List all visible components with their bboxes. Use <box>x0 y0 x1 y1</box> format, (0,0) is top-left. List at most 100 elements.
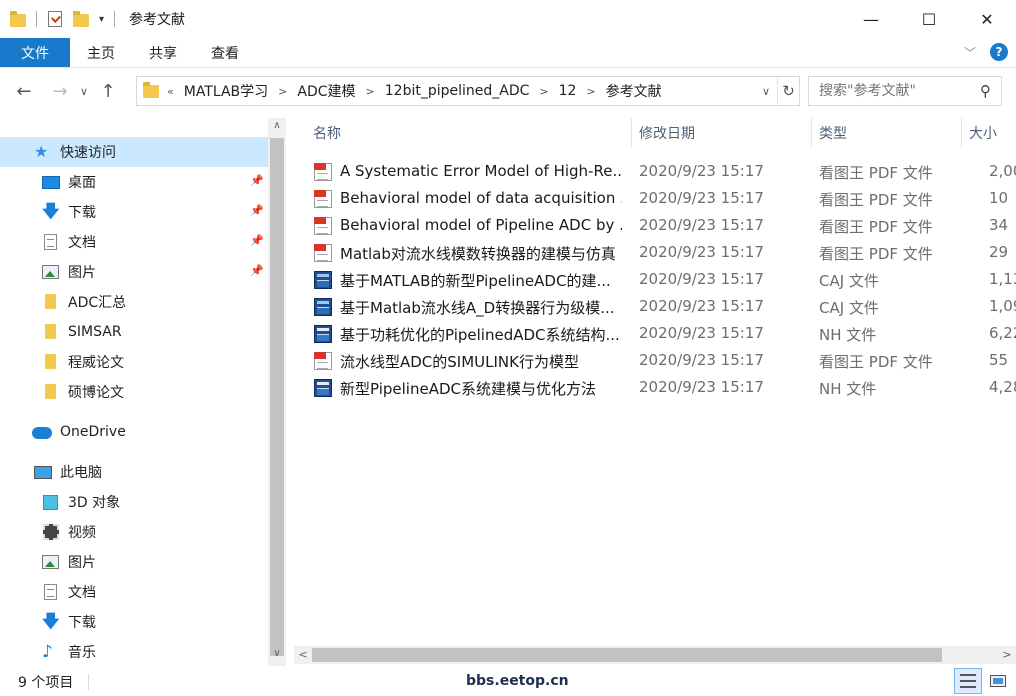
up-icon[interactable]: ↑ <box>94 81 122 102</box>
address-bar[interactable]: « MATLAB学习 > ADC建模 > 12bit_pipelined_ADC… <box>136 76 800 106</box>
file-name: Behavioral model of data acquisition ... <box>340 189 622 207</box>
folder-icon <box>42 354 60 370</box>
properties-icon[interactable] <box>47 11 63 27</box>
nav-item-pictures[interactable]: 图片 <box>0 257 96 287</box>
chevron-right-icon[interactable]: > <box>586 85 595 98</box>
pin-icon[interactable]: 📌 <box>250 264 264 277</box>
nav-item-pc-downloads[interactable]: 🡇 下载 <box>0 607 96 637</box>
nav-item-simsar[interactable]: SIMSAR <box>0 317 122 347</box>
minimize-button[interactable]: — <box>842 0 900 38</box>
nav-item-music[interactable]: ♪ 音乐 <box>0 637 96 666</box>
ribbon-tabs: 文件 主页 共享 查看 ﹀ ? <box>0 38 1016 68</box>
caj-file-icon <box>314 298 332 316</box>
document-icon <box>42 234 60 250</box>
scroll-right-icon[interactable]: > <box>998 646 1016 664</box>
new-folder-icon[interactable] <box>73 11 89 27</box>
large-icons-view-button[interactable] <box>984 668 1012 694</box>
file-type: 看图王 PDF 文件 <box>819 353 933 371</box>
breadcrumb-adc-model[interactable]: ADC建模 <box>297 81 355 101</box>
file-size: 2,00 <box>989 162 1016 180</box>
nav-scrollbar[interactable]: ∧ ∨ <box>268 118 286 666</box>
close-button[interactable]: ✕ <box>958 0 1016 38</box>
address-dropdown-icon[interactable]: ∨ <box>755 85 777 98</box>
file-row[interactable]: Behavioral model of Pipeline ADC by ... … <box>312 212 1016 239</box>
pin-icon[interactable]: 📌 <box>250 174 264 187</box>
file-row[interactable]: 新型PipelineADC系统建模与优化方法 2020/9/23 15:17 N… <box>312 374 1016 401</box>
help-icon[interactable]: ? <box>990 43 1008 61</box>
nav-item-theses[interactable]: 硕博论文 <box>0 377 124 407</box>
nav-item-documents[interactable]: 文档 <box>0 227 96 257</box>
breadcrumb-overflow[interactable]: « <box>167 85 174 98</box>
scroll-left-icon[interactable]: < <box>294 646 312 664</box>
scrollbar-thumb[interactable] <box>312 648 942 662</box>
nav-item-pc-documents[interactable]: 文档 <box>0 577 96 607</box>
expand-ribbon-icon[interactable]: ﹀ <box>964 44 976 61</box>
nav-quick-access[interactable]: ★ 快速访问 <box>0 137 268 167</box>
column-type[interactable]: 类型 <box>812 118 962 148</box>
pdf-file-icon <box>314 244 332 262</box>
file-type: 看图王 PDF 文件 <box>819 218 933 236</box>
tab-share[interactable]: 共享 <box>132 38 194 67</box>
nav-item-pc-pictures[interactable]: 图片 <box>0 547 96 577</box>
pin-icon[interactable]: 📌 <box>250 234 264 247</box>
column-date-modified[interactable]: 修改日期 <box>632 118 812 148</box>
search-icon[interactable]: ⚲ <box>980 82 991 100</box>
forward-icon[interactable]: → <box>46 81 74 102</box>
nav-onedrive[interactable]: OneDrive <box>0 417 126 447</box>
breadcrumb-12[interactable]: 12 <box>559 83 577 99</box>
tab-view[interactable]: 查看 <box>194 38 256 67</box>
tab-home[interactable]: 主页 <box>70 38 132 67</box>
nav-this-pc[interactable]: 此电脑 <box>0 457 102 487</box>
nav-label: 音乐 <box>68 645 96 661</box>
column-name[interactable]: 名称 <box>306 118 632 148</box>
watermark: bbs.eetop.cn <box>466 673 569 689</box>
file-row[interactable]: 基于功耗优化的PipelinedADC系统结构... 2020/9/23 15:… <box>312 320 1016 347</box>
scroll-down-icon[interactable]: ∨ <box>268 648 286 659</box>
file-row[interactable]: 基于Matlab流水线A_D转换器行为级模... 2020/9/23 15:17… <box>312 293 1016 320</box>
search-input[interactable] <box>819 83 969 99</box>
breadcrumb-matlab[interactable]: MATLAB学习 <box>184 81 268 101</box>
file-row[interactable]: A Systematic Error Model of High-Re... 2… <box>312 158 1016 185</box>
file-date: 2020/9/23 15:17 <box>639 189 764 207</box>
file-row[interactable]: 流水线型ADC的SIMULINK行为模型 2020/9/23 15:17 看图王… <box>312 347 1016 374</box>
breadcrumb-pipelined-adc[interactable]: 12bit_pipelined_ADC <box>385 83 530 99</box>
pdf-file-icon <box>314 190 332 208</box>
file-list-hscrollbar[interactable]: < > <box>294 646 1016 664</box>
nav-item-adc-summary[interactable]: ADC汇总 <box>0 287 126 317</box>
status-bar: 9 个项目 bbs.eetop.cn <box>0 668 1016 696</box>
pin-icon[interactable]: 📌 <box>250 204 264 217</box>
file-row[interactable]: Behavioral model of data acquisition ...… <box>312 185 1016 212</box>
folder-icon[interactable] <box>10 11 26 27</box>
breadcrumb-references[interactable]: 参考文献 <box>606 81 662 101</box>
back-icon[interactable]: ← <box>10 81 38 102</box>
details-view-button[interactable] <box>954 668 982 694</box>
nav-item-chengwei-papers[interactable]: 程威论文 <box>0 347 124 377</box>
chevron-right-icon[interactable]: > <box>278 85 287 98</box>
file-row[interactable]: 基于MATLAB的新型PipelineADC的建... 2020/9/23 15… <box>312 266 1016 293</box>
status-separator <box>88 674 89 690</box>
chevron-right-icon[interactable]: > <box>366 85 375 98</box>
nav-item-videos[interactable]: 视频 <box>0 517 96 547</box>
nav-item-downloads[interactable]: 🡇 下载 <box>0 197 96 227</box>
nav-item-desktop[interactable]: 桌面 <box>0 167 96 197</box>
pdf-file-icon <box>314 217 332 235</box>
item-count: 9 个项目 <box>18 675 74 691</box>
nav-item-3d-objects[interactable]: 3D 对象 <box>0 487 120 517</box>
chevron-right-icon[interactable]: > <box>539 85 548 98</box>
nav-label: 此电脑 <box>60 465 102 481</box>
column-size[interactable]: 大小 <box>962 118 1016 148</box>
recent-locations-icon[interactable]: ∨ <box>74 85 94 98</box>
3d-objects-icon <box>42 494 60 510</box>
customize-toolbar-icon[interactable]: ▾ <box>99 14 104 25</box>
scroll-up-icon[interactable]: ∧ <box>268 120 286 131</box>
nav-label: SIMSAR <box>68 324 122 340</box>
file-size: 1,09 <box>989 297 1016 315</box>
file-row[interactable]: Matlab对流水线模数转换器的建模与仿真 2020/9/23 15:17 看图… <box>312 239 1016 266</box>
refresh-icon[interactable]: ↻ <box>777 77 799 105</box>
file-size: 29 <box>989 243 1009 261</box>
search-box[interactable]: ⚲ <box>808 76 1002 106</box>
scrollbar-thumb[interactable] <box>270 138 284 656</box>
file-type: 看图王 PDF 文件 <box>819 245 933 263</box>
maximize-button[interactable]: ☐ <box>900 0 958 38</box>
tab-file[interactable]: 文件 <box>0 38 70 67</box>
